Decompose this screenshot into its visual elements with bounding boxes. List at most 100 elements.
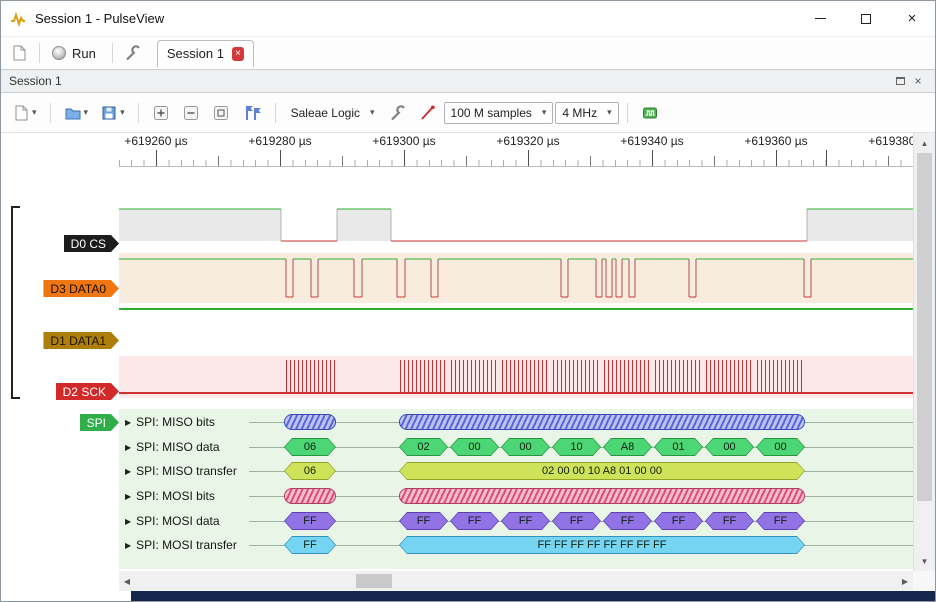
wrench-icon <box>124 44 142 62</box>
channel-label-spi-decoder[interactable]: SPI <box>80 414 119 431</box>
annotation-miso-bits[interactable] <box>284 414 336 430</box>
run-button[interactable]: Run <box>46 43 106 64</box>
annotation-miso-data[interactable]: 06 <box>284 438 336 456</box>
pulseview-window: Session 1 - PulseView × Run <box>0 0 936 602</box>
annotation-miso-data[interactable]: 00 <box>756 438 805 456</box>
channel-label-text: D0 CS <box>71 237 106 251</box>
channel-label-d0-cs[interactable]: D0 CS <box>64 235 119 252</box>
zoom-out-button[interactable] <box>177 101 205 125</box>
annotation-miso-data[interactable]: 10 <box>552 438 601 456</box>
new-session-button[interactable] <box>5 41 33 65</box>
vertical-scrollbar[interactable]: ▲ ▼ <box>913 133 935 571</box>
scroll-up-icon: ▲ <box>921 139 929 148</box>
annotation-miso-transfer[interactable]: 02 00 00 10 A8 01 00 00 <box>399 462 805 480</box>
annotation-mosi-data[interactable]: FF <box>756 512 805 530</box>
tab-close-icon[interactable]: × <box>232 47 244 61</box>
add-decoder-button[interactable] <box>636 101 664 125</box>
close-panel-button[interactable]: × <box>909 72 927 90</box>
session-tab[interactable]: Session 1 × <box>157 40 254 67</box>
sample-rate-select[interactable]: 4 MHz ▾ <box>555 102 618 124</box>
probe-icon <box>419 104 437 122</box>
annotation-miso-data[interactable]: 00 <box>705 438 754 456</box>
d3-data0-waveform <box>119 253 913 303</box>
decoder-row-mosi-bits[interactable]: ▶SPI: MOSI bits <box>125 488 215 504</box>
float-panel-button[interactable] <box>891 72 909 90</box>
annotation-miso-data[interactable]: 02 <box>399 438 448 456</box>
scroll-right-button[interactable]: ▶ <box>897 571 913 591</box>
annotation-miso-data[interactable]: 00 <box>450 438 499 456</box>
minimize-button[interactable] <box>797 1 843 36</box>
separator <box>39 43 40 63</box>
session-tab-label: Session 1 <box>167 46 224 61</box>
trace-canvas[interactable]: ▶SPI: MISO bits ▶SPI: MISO data ▶ SPI: MI… <box>119 167 913 570</box>
sample-count-select[interactable]: 100 M samples ▾ <box>444 102 554 124</box>
decoder-row-miso-transfer[interactable]: ▶ SPI: MISO transfer <box>125 462 237 480</box>
annotation-mosi-transfer[interactable]: FF <box>284 536 336 554</box>
horizontal-scrollbar[interactable]: ◀ ▶ <box>119 571 913 591</box>
wrench-icon <box>389 104 407 122</box>
window-controls: × <box>797 1 935 36</box>
annotation-mosi-bits[interactable] <box>399 488 805 504</box>
configure-device-button[interactable] <box>384 101 412 125</box>
annotation-text: FF <box>284 536 336 554</box>
annotation-mosi-data[interactable]: FF <box>450 512 499 530</box>
scroll-down-button[interactable]: ▼ <box>914 553 935 569</box>
sample-rate-value: 4 MHz <box>562 106 597 120</box>
annotation-miso-bits[interactable] <box>399 414 805 430</box>
row-expand-icon[interactable]: ▶ <box>125 467 131 476</box>
annotation-mosi-data[interactable]: FF <box>399 512 448 530</box>
zoom-out-icon <box>182 104 200 122</box>
scroll-up-button[interactable]: ▲ <box>914 135 935 151</box>
annotation-miso-data[interactable]: 00 <box>501 438 550 456</box>
new-file-icon <box>12 104 30 122</box>
row-expand-icon[interactable]: ▶ <box>125 418 131 427</box>
annotation-text: FF FF FF FF FF FF FF FF <box>399 536 805 554</box>
annotation-mosi-data[interactable]: FF <box>705 512 754 530</box>
vertical-scroll-thumb[interactable] <box>917 153 932 501</box>
annotation-mosi-data[interactable]: FF <box>603 512 652 530</box>
sck-clock-burst <box>502 360 548 392</box>
annotation-miso-data[interactable]: A8 <box>603 438 652 456</box>
channel-label-d2-sck[interactable]: D2 SCK <box>56 383 119 400</box>
settings-button[interactable] <box>119 41 147 65</box>
maximize-button[interactable] <box>843 1 889 36</box>
row-expand-icon[interactable]: ▶ <box>125 541 131 550</box>
file-save-dropdown[interactable]: ▾ <box>95 101 130 125</box>
annotation-mosi-data[interactable]: FF <box>552 512 601 530</box>
zoom-in-button[interactable] <box>147 101 175 125</box>
configure-channels-button[interactable] <box>414 101 442 125</box>
decoder-row-label: SPI: MISO transfer <box>136 464 237 478</box>
decoder-row-mosi-data[interactable]: ▶SPI: MOSI data <box>125 512 220 530</box>
annotation-mosi-data[interactable]: FF <box>501 512 550 530</box>
annotation-miso-transfer[interactable]: 06 <box>284 462 336 480</box>
scroll-left-button[interactable]: ◀ <box>119 571 135 591</box>
annotation-mosi-data[interactable]: FF <box>284 512 336 530</box>
decoder-row-miso-bits[interactable]: ▶SPI: MISO bits <box>125 414 215 430</box>
decoder-row-miso-data[interactable]: ▶SPI: MISO data <box>125 438 220 456</box>
annotation-mosi-transfer[interactable]: FF FF FF FF FF FF FF FF <box>399 536 805 554</box>
channel-label-d3-data0[interactable]: D3 DATA0 <box>43 280 119 297</box>
close-button[interactable]: × <box>889 1 935 36</box>
channel-label-d1-data1[interactable]: D1 DATA1 <box>43 332 119 349</box>
file-new-dropdown[interactable]: ▾ <box>7 101 42 125</box>
show-cursors-button[interactable] <box>237 101 267 125</box>
run-label: Run <box>72 46 96 61</box>
zoom-fit-button[interactable] <box>207 101 235 125</box>
panel-header: Session 1 × <box>1 69 935 93</box>
annotation-text: 06 <box>284 438 336 456</box>
annotation-miso-data[interactable]: 01 <box>654 438 703 456</box>
device-select[interactable]: Saleae Logic ▾ <box>284 102 382 124</box>
annotation-mosi-bits[interactable] <box>284 488 336 504</box>
row-expand-icon[interactable]: ▶ <box>125 517 131 526</box>
separator <box>627 103 628 123</box>
annotation-mosi-data[interactable]: FF <box>654 512 703 530</box>
channel-group-bracket[interactable] <box>11 206 20 399</box>
file-open-dropdown[interactable]: ▾ <box>59 101 94 125</box>
annotation-text: FF <box>603 512 652 530</box>
time-ruler[interactable]: +619260 µs +619280 µs +619300 µs +619320… <box>119 133 913 167</box>
row-expand-icon[interactable]: ▶ <box>125 492 131 501</box>
horizontal-scroll-thumb[interactable] <box>356 574 392 588</box>
decoder-row-mosi-transfer[interactable]: ▶SPI: MOSI transfer <box>125 536 237 554</box>
run-state-icon <box>52 46 66 60</box>
row-expand-icon[interactable]: ▶ <box>125 443 131 452</box>
